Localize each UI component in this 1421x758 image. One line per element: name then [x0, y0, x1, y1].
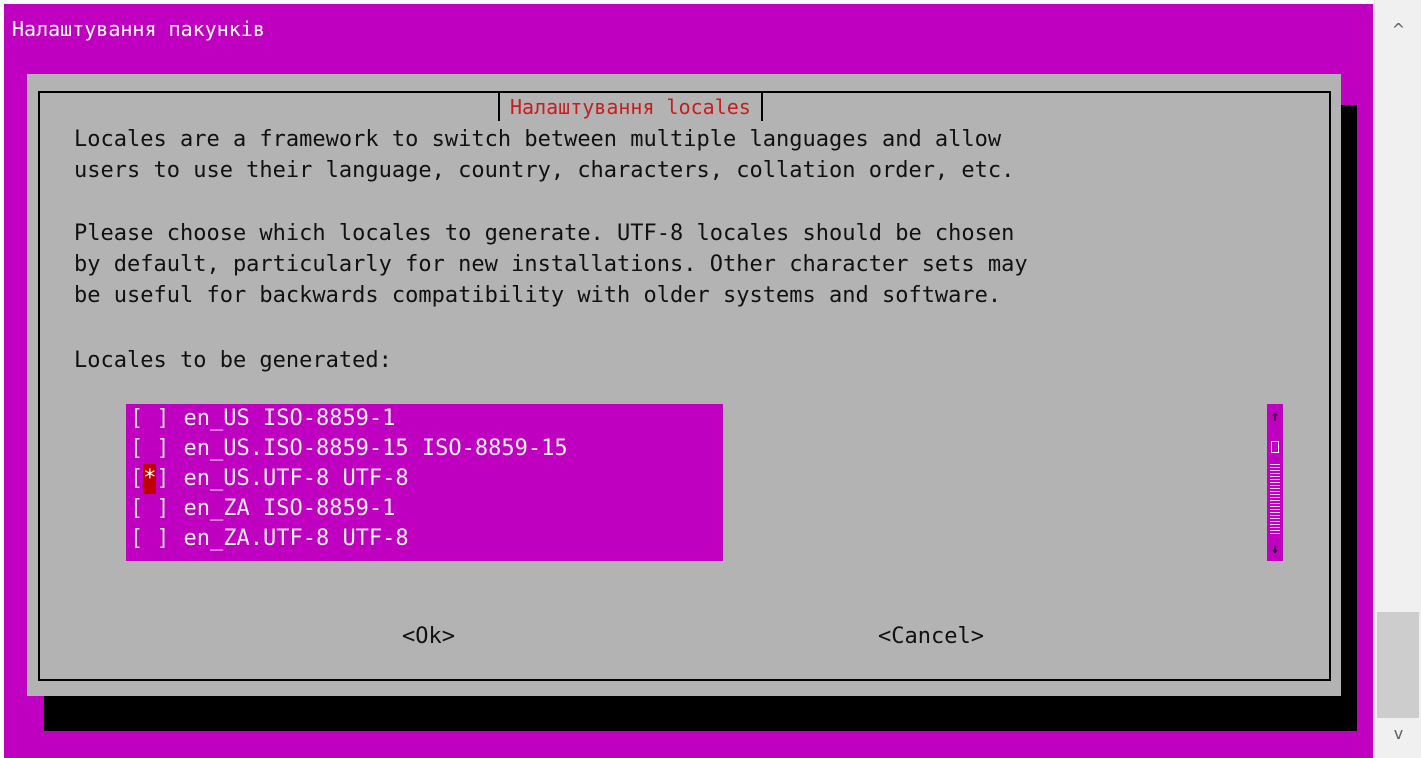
- window-scrollbar[interactable]: ^ v: [1374, 0, 1421, 758]
- window-scroll-thumb[interactable]: [1377, 612, 1419, 718]
- checkbox-open-bracket: [: [130, 526, 144, 551]
- locales-dialog: Налаштування locales Locales are a frame…: [27, 74, 1341, 696]
- checkbox-close-bracket: ]: [156, 526, 170, 551]
- locale-label: en_ZA.UTF-8 UTF-8: [183, 526, 409, 551]
- list-scrollbar[interactable]: ↑ ↓: [1267, 404, 1283, 561]
- checkbox-close-bracket: ]: [156, 466, 170, 491]
- list-scroll-track[interactable]: [1270, 464, 1280, 536]
- chevron-up-icon[interactable]: ^: [1375, 12, 1421, 48]
- description-paragraph-2: Please choose which locales to generate.…: [74, 221, 1028, 308]
- terminal-window: Налаштування пакунків Налаштування local…: [4, 4, 1373, 758]
- checkbox-open-bracket: [: [130, 496, 144, 521]
- scroll-down-arrow-icon[interactable]: ↓: [1267, 540, 1283, 556]
- list-item[interactable]: [ ] en_US ISO-8859-1: [126, 404, 723, 434]
- list-item[interactable]: [ ] en_US.ISO-8859-15 ISO-8859-15: [126, 434, 723, 464]
- checkbox-open-bracket: [: [130, 466, 144, 491]
- ok-button[interactable]: <Ok>: [402, 622, 455, 652]
- locale-label: en_ZA ISO-8859-1: [183, 496, 396, 521]
- locales-list[interactable]: [ ] en_US ISO-8859-1 [ ] en_US.ISO-8859-15…: [126, 404, 723, 561]
- list-scroll-thumb[interactable]: [1271, 441, 1279, 453]
- checkbox-close-bracket: ]: [156, 436, 170, 461]
- checkbox-mark[interactable]: [143, 524, 156, 554]
- list-item[interactable]: [ ] en_ZA.UTF-8 UTF-8: [126, 524, 723, 554]
- checkbox-open-bracket: [: [130, 406, 144, 431]
- chevron-down-icon[interactable]: v: [1375, 716, 1421, 752]
- checkbox-mark[interactable]: [143, 404, 156, 434]
- backtitle: Налаштування пакунків: [12, 17, 265, 41]
- dialog-frame: Налаштування locales Locales are a frame…: [38, 91, 1331, 681]
- checkbox-mark[interactable]: *: [143, 464, 157, 494]
- checkbox-close-bracket: ]: [156, 406, 170, 431]
- checkbox-close-bracket: ]: [156, 496, 170, 521]
- locale-label: en_US.ISO-8859-15 ISO-8859-15: [183, 436, 568, 461]
- scroll-up-arrow-icon[interactable]: ↑: [1267, 408, 1283, 424]
- list-prompt: Locales to be generated:: [74, 348, 392, 373]
- checkbox-open-bracket: [: [130, 436, 144, 461]
- list-item[interactable]: [*] en_US.UTF-8 UTF-8: [126, 464, 723, 494]
- dialog-title: Налаштування locales: [498, 93, 763, 121]
- locale-label: en_US ISO-8859-1: [183, 406, 396, 431]
- locale-label: en_US.UTF-8 UTF-8: [183, 466, 409, 491]
- description-paragraph-1: Locales are a framework to switch betwee…: [74, 127, 1015, 183]
- checkbox-mark[interactable]: [143, 434, 156, 464]
- checkbox-mark[interactable]: [143, 494, 156, 524]
- cancel-button[interactable]: <Cancel>: [878, 622, 984, 652]
- list-item[interactable]: [ ] en_ZA ISO-8859-1: [126, 494, 723, 524]
